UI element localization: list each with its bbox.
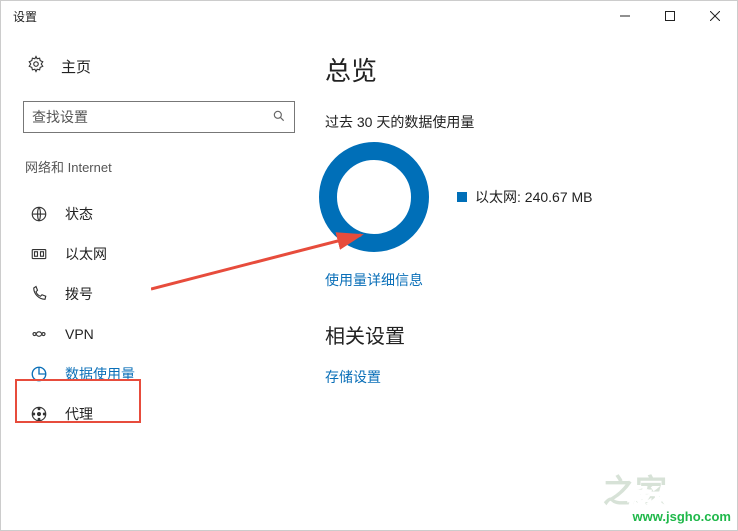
nav-item-vpn[interactable]: VPN (23, 314, 317, 354)
maximize-button[interactable] (647, 1, 692, 31)
nav-list: 状态 以太网 拨号 VPN (23, 194, 317, 434)
legend-color-swatch (457, 192, 467, 202)
phone-icon (29, 284, 49, 304)
page-title: 总览 (325, 51, 721, 88)
legend-label: 以太网: 240.67 MB (475, 187, 593, 207)
search-placeholder: 查找设置 (32, 107, 272, 127)
sidebar: 主页 查找设置 网络和 Internet 状态 以太网 (17, 31, 317, 530)
search-input[interactable]: 查找设置 (23, 101, 295, 133)
vpn-icon (29, 324, 49, 344)
home-label: 主页 (61, 56, 91, 77)
ethernet-icon (29, 244, 49, 264)
data-usage-icon (29, 364, 49, 384)
window-titlebar: 设置 (1, 1, 737, 31)
close-button[interactable] (692, 1, 737, 31)
legend-ethernet: 以太网: 240.67 MB (457, 187, 593, 207)
proxy-icon (29, 404, 49, 424)
nav-label: VPN (65, 326, 94, 342)
main-content: 总览 过去 30 天的数据使用量 以太网: 240.67 MB 使用量详细信息 … (317, 31, 721, 530)
storage-settings-link[interactable]: 存储设置 (325, 367, 721, 387)
nav-item-proxy[interactable]: 代理 (23, 394, 317, 434)
minimize-button[interactable] (602, 1, 647, 31)
search-icon (272, 109, 286, 126)
nav-label: 拨号 (65, 284, 93, 304)
related-settings-heading: 相关设置 (325, 320, 721, 349)
nav-item-data-usage[interactable]: 数据使用量 (23, 354, 317, 394)
nav-label: 状态 (65, 204, 93, 224)
gear-icon (27, 55, 45, 77)
globe-icon (29, 204, 49, 224)
usage-details-link[interactable]: 使用量详细信息 (325, 270, 721, 290)
nav-label: 以太网 (65, 244, 107, 264)
nav-item-dialup[interactable]: 拨号 (23, 274, 317, 314)
category-label: 网络和 Internet (23, 157, 317, 176)
window-title: 设置 (13, 8, 37, 25)
nav-label: 数据使用量 (65, 364, 135, 384)
nav-item-ethernet[interactable]: 以太网 (23, 234, 317, 274)
chart-subtitle: 过去 30 天的数据使用量 (325, 112, 721, 132)
home-button[interactable]: 主页 (23, 49, 317, 83)
nav-label: 代理 (65, 404, 93, 424)
usage-donut-chart (319, 142, 429, 252)
nav-item-status[interactable]: 状态 (23, 194, 317, 234)
